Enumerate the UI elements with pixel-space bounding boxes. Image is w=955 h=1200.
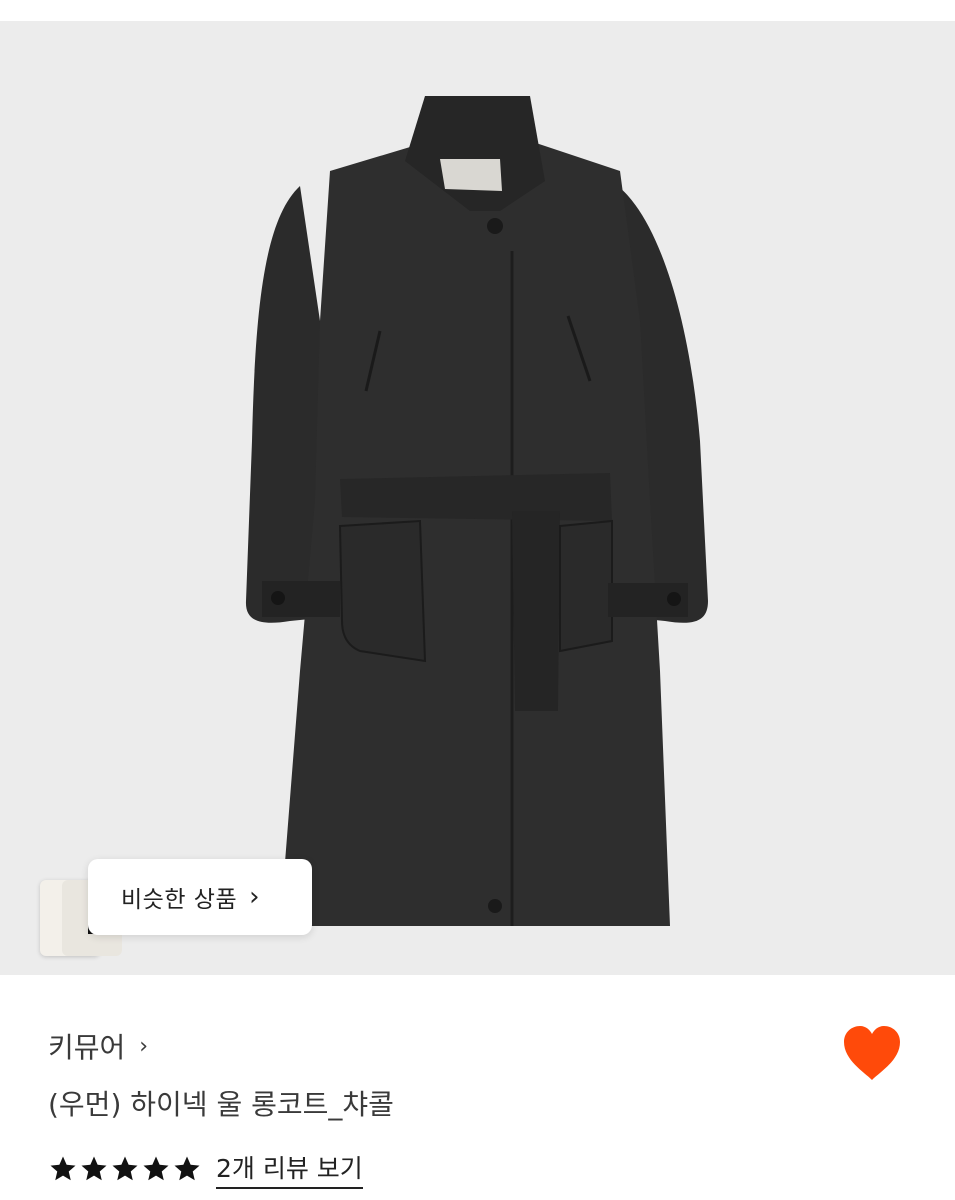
star-icon <box>50 1156 76 1181</box>
heart-icon[interactable] <box>842 1024 902 1082</box>
similar-products-button[interactable]: 비슷한 상품 › <box>88 859 312 935</box>
chevron-right-icon: › <box>249 882 260 912</box>
brand-name: 키뮤어 <box>48 1031 126 1064</box>
chevron-right-icon: › <box>139 1033 149 1059</box>
similar-products-label: 비슷한 상품 <box>121 887 238 913</box>
star-rating <box>48 1154 202 1184</box>
coat-image <box>245 96 708 926</box>
product-image-area[interactable]: 비슷한 상품 › <box>0 21 955 975</box>
review-link[interactable]: 2개 리뷰 보기 <box>216 1149 363 1189</box>
rating-row: 2개 리뷰 보기 <box>48 1147 363 1191</box>
brand-link[interactable]: 키뮤어 › <box>48 1024 148 1068</box>
star-icon <box>174 1156 200 1181</box>
star-icon <box>112 1156 138 1181</box>
product-title: (우먼) 하이넥 울 롱코트_챠콜 <box>48 1088 394 1121</box>
star-icon <box>81 1156 107 1181</box>
star-icon <box>143 1156 169 1181</box>
